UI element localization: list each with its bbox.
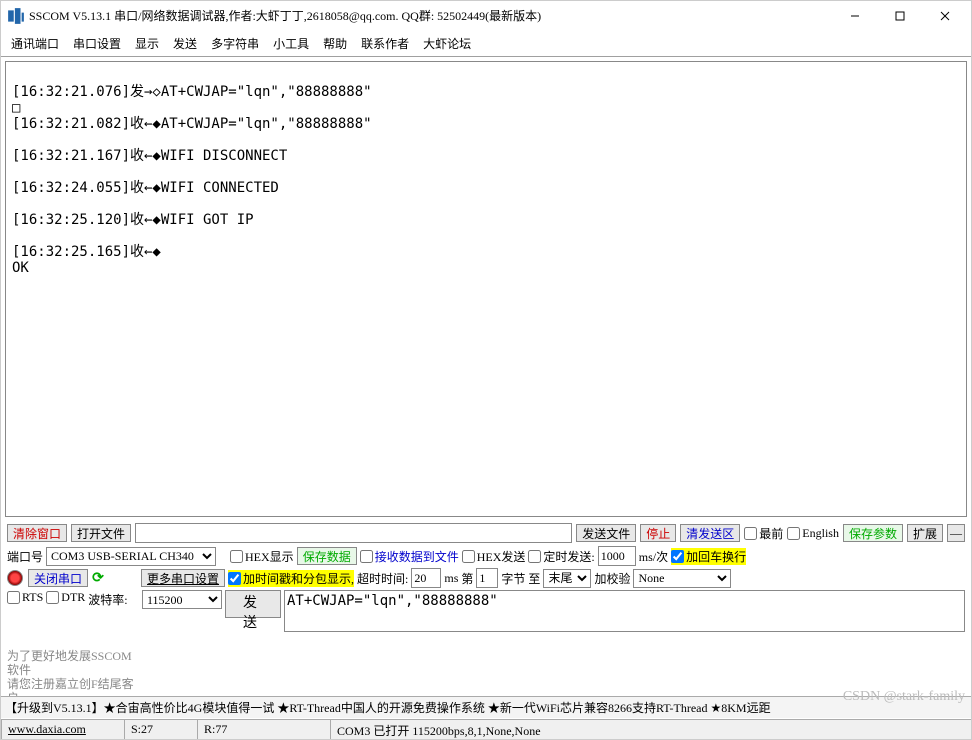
menu-send[interactable]: 发送: [167, 33, 203, 54]
send-input[interactable]: [284, 590, 965, 632]
hex-show-label: HEX显示: [245, 548, 294, 565]
timed-send-label: 定时发送:: [543, 548, 594, 565]
register-hint: 为了更好地发展SSCOM软件请您注册嘉立创F结尾客户: [7, 647, 139, 685]
checksum-select[interactable]: None: [633, 569, 731, 588]
dtr-checkbox[interactable]: [46, 591, 59, 604]
ad-bar: 【升级到V5.13.1】★合宙高性价比4G模块值得一试 ★RT-Thread中国…: [1, 696, 971, 719]
save-params-button[interactable]: 保存参数: [843, 524, 903, 542]
menu-display[interactable]: 显示: [129, 33, 165, 54]
send-file-button[interactable]: 发送文件: [576, 524, 636, 542]
interval-input[interactable]: [598, 546, 636, 566]
send-button[interactable]: 发 送: [225, 590, 281, 618]
close-button[interactable]: [922, 2, 967, 30]
toolbar-row4: RTS DTR 波特率: 115200 发 送: [1, 589, 971, 633]
menu-help[interactable]: 帮助: [317, 33, 353, 54]
menu-contact[interactable]: 联系作者: [355, 33, 415, 54]
english-label: English: [802, 526, 839, 541]
recv-to-file-checkbox[interactable]: [360, 550, 373, 563]
timed-send-checkbox[interactable]: [528, 550, 541, 563]
timestamp-label: 加时间戳和分包显示,: [243, 570, 354, 587]
hex-show-checkbox[interactable]: [230, 550, 243, 563]
stop-button[interactable]: 停止: [640, 524, 676, 542]
maximize-button[interactable]: [877, 2, 922, 30]
app-icon: [7, 7, 25, 25]
crlf-checkbox[interactable]: [671, 550, 684, 563]
minimize-button[interactable]: [832, 2, 877, 30]
dtr-label: DTR: [61, 590, 85, 605]
end-select[interactable]: 末尾: [543, 569, 591, 588]
status-url[interactable]: www.daxia.com: [1, 719, 124, 739]
menu-tools[interactable]: 小工具: [267, 33, 315, 54]
english-checkbox[interactable]: [787, 527, 800, 540]
refresh-icon[interactable]: ⟳: [91, 571, 105, 585]
timestamp-checkbox[interactable]: [228, 572, 241, 585]
hex-send-label: HEX发送: [477, 548, 526, 565]
clear-window-button[interactable]: 清除窗口: [7, 524, 67, 542]
rts-checkbox[interactable]: [7, 591, 20, 604]
byte-unit: 字节 至: [501, 570, 540, 587]
status-bar: www.daxia.com S:27 R:77 COM3 已打开 115200b…: [1, 718, 971, 739]
file-path-input[interactable]: [135, 523, 572, 543]
nth-label: 第: [461, 570, 473, 587]
toolbar-row3: 关闭串口 ⟳ 更多串口设置 加时间戳和分包显示, 超时时间: ms 第 字节 至…: [1, 567, 971, 589]
port-label: 端口号: [7, 548, 43, 565]
menu-port-settings[interactable]: 串口设置: [67, 33, 127, 54]
watermark: CSDN @stark-family: [843, 689, 965, 705]
checksum-label: 加校验: [594, 570, 630, 587]
titlebar: SSCOM V5.13.1 串口/网络数据调试器,作者:大虾丁丁,2618058…: [1, 1, 971, 30]
timeout-unit: ms: [444, 571, 458, 586]
menubar: 通讯端口 串口设置 显示 发送 多字符串 小工具 帮助 联系作者 大虾论坛: [1, 30, 971, 57]
rts-label: RTS: [22, 590, 43, 605]
baud-select[interactable]: 115200: [142, 590, 222, 609]
toolbar-row2: 端口号 COM3 USB-SERIAL CH340 HEX显示 保存数据 接收数…: [1, 545, 971, 567]
on-top-label: 最前: [759, 525, 783, 542]
baud-label: 波特率:: [88, 593, 127, 607]
extend-button[interactable]: 扩展: [907, 524, 943, 542]
save-data-button[interactable]: 保存数据: [297, 547, 357, 565]
crlf-label: 加回车换行: [686, 548, 746, 565]
more-settings-button[interactable]: 更多串口设置: [141, 569, 225, 587]
clear-send-button[interactable]: 清发送区: [680, 524, 740, 542]
record-icon: [7, 570, 23, 586]
toolbar-row1: 清除窗口 打开文件 发送文件 停止 清发送区 最前 English 保存参数 扩…: [1, 521, 971, 545]
ms-unit-label: ms/次: [639, 548, 668, 565]
status-recv: R:77: [197, 719, 330, 739]
byte-from-input[interactable]: [476, 568, 498, 588]
menu-comm-port[interactable]: 通讯端口: [5, 33, 65, 54]
status-sent: S:27: [124, 719, 197, 739]
terminal-output[interactable]: [16:32:21.076]发→◇AT+CWJAP="lqn","8888888…: [5, 61, 967, 517]
close-port-button[interactable]: 关闭串口: [28, 569, 88, 587]
hex-send-checkbox[interactable]: [462, 550, 475, 563]
on-top-checkbox[interactable]: [744, 527, 757, 540]
status-port-info: COM3 已打开 115200bps,8,1,None,None: [330, 719, 971, 739]
menu-multistring[interactable]: 多字符串: [205, 33, 265, 54]
window-title: SSCOM V5.13.1 串口/网络数据调试器,作者:大虾丁丁,2618058…: [29, 7, 832, 24]
collapse-button[interactable]: —: [947, 524, 965, 542]
recv-to-file-label: 接收数据到文件: [375, 548, 459, 565]
port-select[interactable]: COM3 USB-SERIAL CH340: [46, 547, 216, 566]
open-file-button[interactable]: 打开文件: [71, 524, 131, 542]
timeout-label: 超时时间:: [357, 570, 408, 587]
timeout-input[interactable]: [411, 568, 441, 588]
menu-forum[interactable]: 大虾论坛: [417, 33, 477, 54]
